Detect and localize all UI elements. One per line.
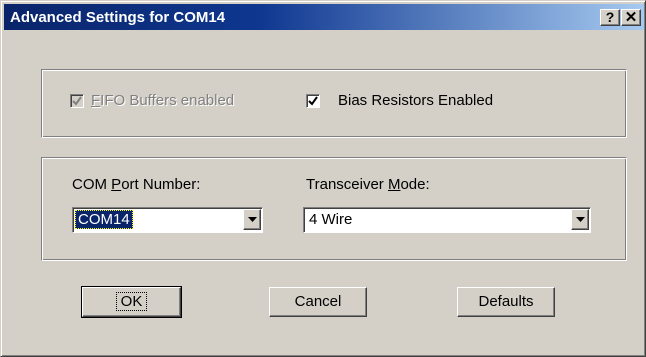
com-port-value: COM14 xyxy=(75,210,133,229)
defaults-button[interactable]: Defaults xyxy=(457,287,555,317)
advanced-settings-dialog: Advanced Settings for COM14 ? ✕ FIFO Buf… xyxy=(0,0,646,357)
fifo-mnemonic: F xyxy=(91,92,101,109)
com-port-select[interactable]: COM14 xyxy=(72,207,263,233)
close-button[interactable]: ✕ xyxy=(621,9,641,26)
transceiver-mode-value: 4 Wire xyxy=(309,211,353,228)
check-icon xyxy=(308,96,318,106)
help-icon: ? xyxy=(605,9,615,25)
cancel-button-label: Cancel xyxy=(294,293,342,310)
transceiver-mode-select[interactable]: 4 Wire xyxy=(303,207,591,233)
dropdown-arrow-icon xyxy=(248,217,257,222)
fifo-buffers-checkbox[interactable] xyxy=(70,94,84,108)
ok-button-label: OK xyxy=(115,292,148,311)
help-button[interactable]: ? xyxy=(600,9,620,26)
bias-resistors-checkbox[interactable] xyxy=(306,94,320,108)
com-port-dropdown-button[interactable] xyxy=(243,209,261,230)
dropdown-arrow-icon xyxy=(576,217,585,222)
fifo-label-rest: IFO Buffers enabled xyxy=(100,92,235,109)
transceiver-dropdown-button[interactable] xyxy=(571,209,589,230)
bias-resistors-label: Bias Resistors Enabled xyxy=(338,92,494,109)
com-port-label: COM Port Number: xyxy=(72,176,201,193)
title-bar[interactable]: Advanced Settings for COM14 ? ✕ xyxy=(4,4,644,30)
check-icon xyxy=(72,96,82,106)
window-title: Advanced Settings for COM14 xyxy=(10,9,226,26)
close-icon: ✕ xyxy=(624,9,638,26)
fifo-buffers-label: FIFO Buffers enabled xyxy=(91,92,234,109)
cancel-button[interactable]: Cancel xyxy=(269,287,367,317)
transceiver-mode-label: Transceiver Mode: xyxy=(306,176,430,193)
defaults-button-label: Defaults xyxy=(478,293,534,310)
ok-button[interactable]: OK xyxy=(81,286,182,318)
